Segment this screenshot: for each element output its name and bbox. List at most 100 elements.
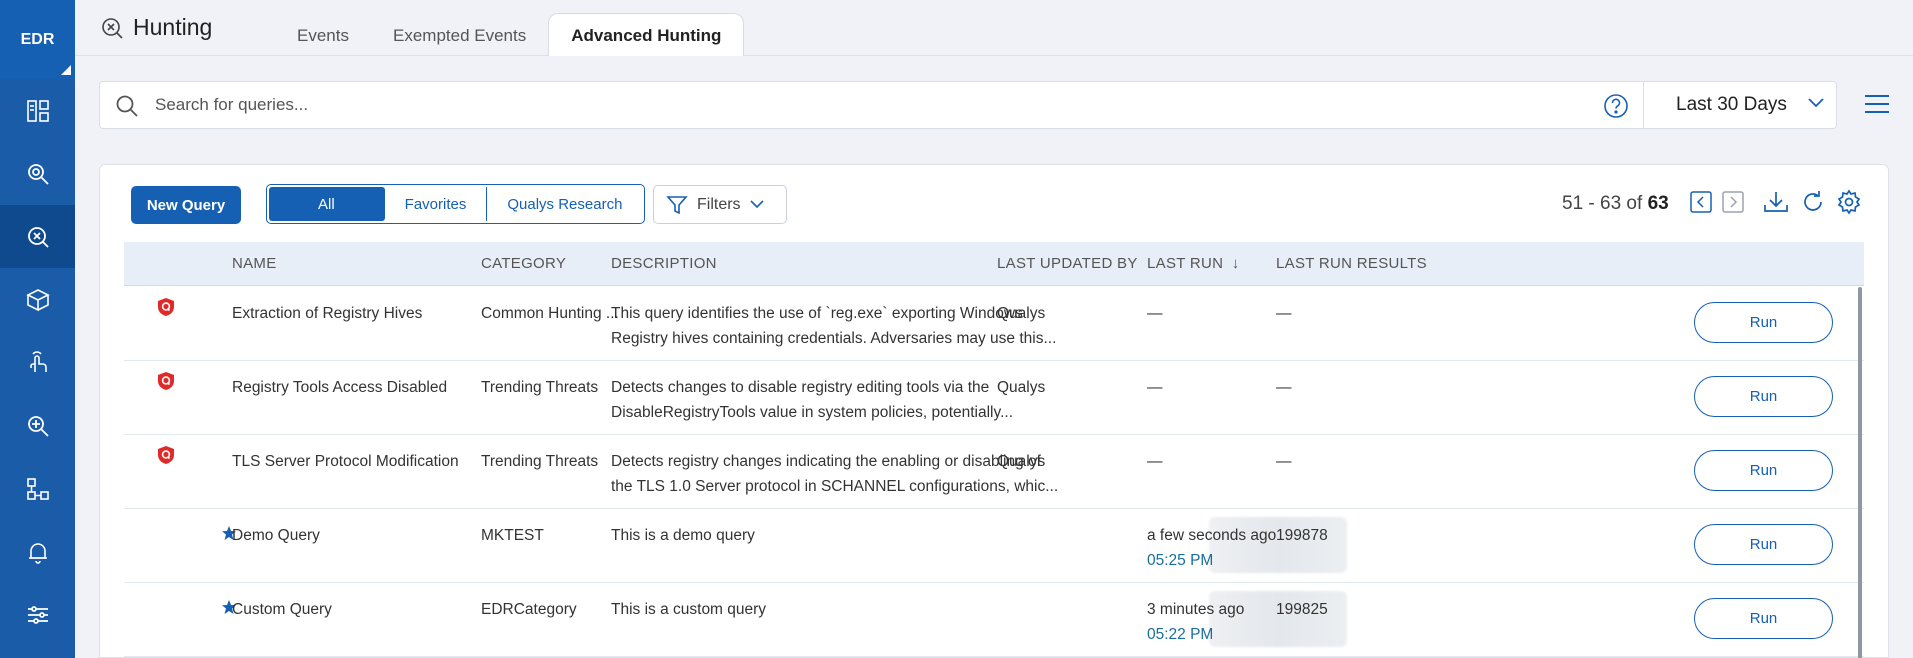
query-category: Common Hunting ... bbox=[481, 305, 619, 322]
left-sidebar: EDR bbox=[0, 0, 75, 658]
page-title: Hunting bbox=[99, 14, 212, 41]
run-button[interactable]: Run bbox=[1694, 302, 1833, 343]
chevron-left-icon[interactable] bbox=[1690, 191, 1712, 213]
run-button[interactable]: Run bbox=[1694, 598, 1833, 639]
settings-icon bbox=[27, 605, 48, 624]
query-updated-by: Qualys bbox=[997, 453, 1046, 470]
hunting-title-icon bbox=[102, 17, 123, 39]
sort-arrow-down-icon: ↓ bbox=[1231, 255, 1240, 272]
query-description: This is a demo query bbox=[611, 523, 1061, 548]
hamburger-menu-icon[interactable] bbox=[1864, 93, 1890, 115]
refresh-icon[interactable] bbox=[1800, 189, 1826, 215]
qualys-shield-icon bbox=[158, 446, 174, 464]
segment-qualys-research[interactable]: Qualys Research bbox=[487, 187, 642, 221]
query-category: EDRCategory bbox=[481, 601, 577, 618]
table-toolbar bbox=[1690, 189, 1862, 215]
segment-favorites[interactable]: Favorites bbox=[385, 187, 488, 221]
query-description: This query identifies the use of `reg.ex… bbox=[611, 301, 1061, 351]
query-name[interactable]: Extraction of Registry Hives bbox=[232, 301, 422, 326]
sidebar-item-notifications[interactable] bbox=[0, 520, 75, 583]
last-run-relative: 3 minutes ago bbox=[1147, 601, 1245, 618]
run-button[interactable]: Run bbox=[1694, 376, 1833, 417]
qualys-shield-icon bbox=[158, 372, 174, 390]
sidebar-item-response[interactable] bbox=[0, 331, 75, 394]
table-header: NAME CATEGORY DESCRIPTION LAST UPDATED B… bbox=[124, 242, 1864, 286]
download-icon[interactable] bbox=[1762, 190, 1790, 214]
segment-all[interactable]: All bbox=[269, 187, 385, 221]
query-last-run: 3 minutes ago 05:22 PM bbox=[1147, 597, 1244, 647]
tab-events[interactable]: Events bbox=[275, 14, 371, 56]
new-query-button[interactable]: New Query bbox=[131, 186, 241, 224]
table-row[interactable]: Demo Query MKTEST This is a demo query a… bbox=[124, 509, 1864, 583]
filters-button[interactable]: Filters bbox=[653, 185, 787, 224]
query-scope-toggle: All Favorites Qualys Research bbox=[266, 184, 646, 224]
notifications-icon bbox=[28, 542, 47, 564]
workflow-icon bbox=[26, 477, 49, 500]
table-scrollbar[interactable] bbox=[1858, 287, 1862, 658]
qualys-shield-icon bbox=[158, 298, 174, 316]
investigate-icon bbox=[27, 163, 49, 185]
column-header-last-run-label: LAST RUN bbox=[1147, 255, 1224, 272]
query-description: Detects registry changes indicating the … bbox=[611, 449, 1061, 499]
sidebar-item-threats[interactable] bbox=[0, 394, 75, 457]
query-last-run-results: — bbox=[1276, 453, 1292, 470]
column-header-last-run[interactable]: LAST RUN ↓ bbox=[1147, 255, 1240, 272]
query-updated-by: Qualys bbox=[997, 305, 1046, 322]
tab-bar: Events Exempted Events Advanced Hunting bbox=[275, 13, 745, 56]
query-name[interactable]: Demo Query bbox=[232, 523, 320, 548]
help-icon[interactable] bbox=[1603, 93, 1629, 119]
last-run-time: 05:25 PM bbox=[1147, 552, 1214, 569]
queries-panel: New Query All Favorites Qualys Research … bbox=[99, 164, 1889, 658]
description-line: Detects changes to disable registry edit… bbox=[611, 379, 990, 396]
description-line: This is a demo query bbox=[611, 527, 755, 544]
edr-brand[interactable]: EDR bbox=[0, 0, 75, 79]
pagination-info: 51 - 63 of 63 bbox=[1562, 193, 1669, 215]
sidebar-item-dashboard[interactable] bbox=[0, 79, 75, 142]
last-run-relative: a few seconds ago bbox=[1147, 527, 1277, 544]
query-last-run-results: 199878 bbox=[1276, 527, 1328, 544]
table-row[interactable]: Registry Tools Access Disabled Trending … bbox=[124, 361, 1864, 435]
column-header-description[interactable]: DESCRIPTION bbox=[611, 255, 717, 272]
chevron-down-icon bbox=[1808, 98, 1824, 108]
column-header-last-updated-by[interactable]: LAST UPDATED BY bbox=[997, 255, 1138, 272]
description-line: This query identifies the use of `reg.ex… bbox=[611, 305, 1023, 322]
query-last-run: a few seconds ago 05:25 PM bbox=[1147, 523, 1276, 573]
query-name[interactable]: Custom Query bbox=[232, 597, 332, 622]
query-category: Trending Threats bbox=[481, 453, 599, 470]
search-input[interactable] bbox=[155, 91, 1455, 119]
table-row[interactable]: TLS Server Protocol Modification Trendin… bbox=[124, 435, 1864, 509]
run-button[interactable]: Run bbox=[1694, 524, 1833, 565]
query-name[interactable]: Registry Tools Access Disabled bbox=[232, 375, 447, 400]
run-button[interactable]: Run bbox=[1694, 450, 1833, 491]
chevron-right-icon[interactable] bbox=[1722, 191, 1744, 213]
filter-icon bbox=[666, 195, 688, 214]
filters-label: Filters bbox=[697, 195, 741, 213]
search-icon bbox=[116, 95, 138, 117]
sidebar-item-assets[interactable] bbox=[0, 268, 75, 331]
sidebar-item-investigate[interactable] bbox=[0, 142, 75, 205]
tab-exempted-events[interactable]: Exempted Events bbox=[371, 14, 548, 56]
query-last-run: — bbox=[1147, 305, 1163, 322]
assets-icon bbox=[25, 288, 50, 311]
query-last-run-results: — bbox=[1276, 305, 1292, 322]
last-run-time: 05:22 PM bbox=[1147, 626, 1214, 643]
sidebar-item-workflow[interactable] bbox=[0, 457, 75, 520]
description-line: DisableRegistryTools value in system pol… bbox=[611, 404, 1014, 421]
column-header-name[interactable]: NAME bbox=[232, 255, 277, 272]
table-row[interactable]: Extraction of Registry Hives Common Hunt… bbox=[124, 287, 1864, 361]
date-range-select[interactable]: Last 30 Days bbox=[1643, 82, 1838, 128]
query-last-run-results: 199825 bbox=[1276, 601, 1328, 618]
query-description: Detects changes to disable registry edit… bbox=[611, 375, 1061, 425]
query-name[interactable]: TLS Server Protocol Modification bbox=[232, 449, 459, 474]
date-range-value: Last 30 Days bbox=[1676, 94, 1787, 115]
table-row[interactable]: Custom Query EDRCategory This is a custo… bbox=[124, 583, 1864, 657]
query-description: This is a custom query bbox=[611, 597, 1061, 622]
description-line: This is a custom query bbox=[611, 601, 767, 618]
sidebar-item-settings[interactable] bbox=[0, 583, 75, 646]
sidebar-item-hunting[interactable] bbox=[0, 205, 75, 268]
gear-icon[interactable] bbox=[1836, 189, 1862, 215]
column-header-last-run-results[interactable]: LAST RUN RESULTS bbox=[1276, 255, 1427, 272]
threat-icon bbox=[27, 415, 49, 437]
column-header-category[interactable]: CATEGORY bbox=[481, 255, 566, 272]
tab-advanced-hunting[interactable]: Advanced Hunting bbox=[548, 13, 745, 56]
